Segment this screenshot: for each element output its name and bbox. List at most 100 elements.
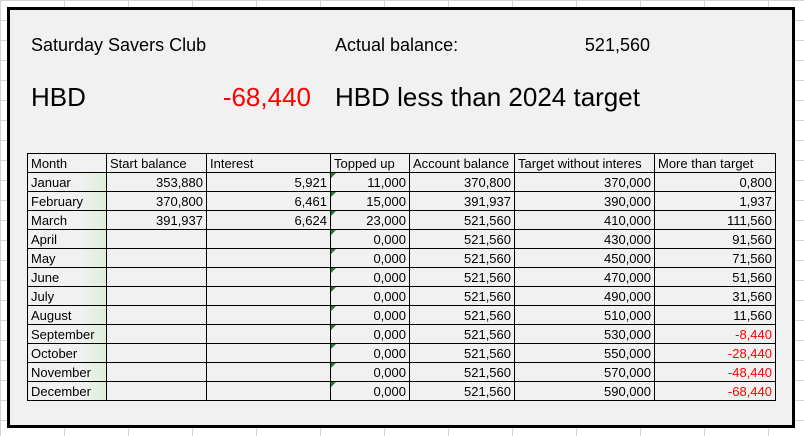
table-cell[interactable]	[106, 267, 207, 287]
table-cell[interactable]: 31,560	[654, 286, 776, 306]
table-cell[interactable]	[206, 267, 331, 287]
table-cell[interactable]: 0,000	[330, 248, 410, 268]
table-cell[interactable]: August	[27, 305, 107, 325]
table-cell[interactable]	[106, 324, 207, 344]
table-cell[interactable]: 0,000	[330, 381, 410, 401]
table-cell[interactable]: 0,000	[330, 343, 410, 363]
table-cell[interactable]	[106, 343, 207, 363]
table-cell[interactable]: February	[27, 191, 107, 211]
table-cell[interactable]: 450,000	[514, 248, 655, 268]
table-cell[interactable]	[106, 381, 207, 401]
table-cell[interactable]: September	[27, 324, 107, 344]
table-row: September 0,000 521,560 530,000 -8,440	[27, 324, 776, 344]
table-cell[interactable]: June	[27, 267, 107, 287]
table-cell[interactable]: 521,560	[409, 305, 515, 325]
table-cell[interactable]: -68,440	[654, 381, 776, 401]
table-cell[interactable]: 5,921	[206, 172, 331, 192]
table-cell[interactable]: 71,560	[654, 248, 776, 268]
table-cell[interactable]	[106, 248, 207, 268]
table-cell[interactable]: Januar	[27, 172, 107, 192]
table-cell[interactable]	[206, 305, 331, 325]
table-cell[interactable]: 111,560	[654, 210, 776, 230]
table-cell[interactable]: 0,800	[654, 172, 776, 192]
column-header[interactable]: Target without interes	[514, 153, 655, 173]
table-cell[interactable]: 0,000	[330, 286, 410, 306]
table-cell[interactable]: 0,000	[330, 305, 410, 325]
table-cell[interactable]: 410,000	[514, 210, 655, 230]
column-header[interactable]: Topped up	[330, 153, 410, 173]
table-cell[interactable]	[206, 229, 331, 249]
table-cell[interactable]: -28,440	[654, 343, 776, 363]
table-row: June 0,000 521,560 470,000 51,560	[27, 267, 776, 287]
table-cell[interactable]: 550,000	[514, 343, 655, 363]
table-cell[interactable]: 370,000	[514, 172, 655, 192]
table-cell[interactable]	[106, 286, 207, 306]
table-cell[interactable]: March	[27, 210, 107, 230]
table-cell[interactable]: 521,560	[409, 324, 515, 344]
table-cell[interactable]: 91,560	[654, 229, 776, 249]
table-cell[interactable]: November	[27, 362, 107, 382]
table-cell[interactable]	[206, 343, 331, 363]
table-cell[interactable]: 23,000	[330, 210, 410, 230]
table-cell[interactable]: April	[27, 229, 107, 249]
column-header[interactable]: Account balance	[409, 153, 515, 173]
table-cell[interactable]	[206, 362, 331, 382]
table-cell[interactable]: 51,560	[654, 267, 776, 287]
table-cell[interactable]: 6,461	[206, 191, 331, 211]
column-header[interactable]: More than target	[654, 153, 776, 173]
table-cell[interactable]: May	[27, 248, 107, 268]
table-cell[interactable]: 530,000	[514, 324, 655, 344]
table-cell[interactable]: 590,000	[514, 381, 655, 401]
table-cell[interactable]: 521,560	[409, 362, 515, 382]
table-cell[interactable]: 521,560	[409, 248, 515, 268]
table-cell[interactable]: 510,000	[514, 305, 655, 325]
table-cell[interactable]: 521,560	[409, 381, 515, 401]
column-header[interactable]: Month	[27, 153, 107, 173]
table-cell[interactable]: 430,000	[514, 229, 655, 249]
table-cell[interactable]: 0,000	[330, 229, 410, 249]
table-header-row: Month Start balance Interest Topped up A…	[27, 153, 776, 173]
table-cell[interactable]: 0,000	[330, 324, 410, 344]
table-cell[interactable]: 390,000	[514, 191, 655, 211]
table-cell[interactable]: 521,560	[409, 229, 515, 249]
table-cell[interactable]: 15,000	[330, 191, 410, 211]
table-row: February 370,800 6,461 15,000 391,937 390,000…	[27, 191, 776, 211]
table-cell[interactable]	[206, 248, 331, 268]
table-cell[interactable]: July	[27, 286, 107, 306]
table-cell[interactable]: 6,624	[206, 210, 331, 230]
table-cell[interactable]	[106, 362, 207, 382]
table-cell[interactable]	[206, 324, 331, 344]
table-cell[interactable]	[206, 381, 331, 401]
table-row: October 0,000 521,560 550,000 -28,440	[27, 343, 776, 363]
table-cell[interactable]: 0,000	[330, 362, 410, 382]
table-cell[interactable]: 370,800	[106, 191, 207, 211]
table-cell[interactable]: 490,000	[514, 286, 655, 306]
table-row: July 0,000 521,560 490,000 31,560	[27, 286, 776, 306]
table-cell[interactable]: 0,000	[330, 267, 410, 287]
table-cell[interactable]: 1,937	[654, 191, 776, 211]
column-header[interactable]: Interest	[206, 153, 331, 173]
table-cell[interactable]	[106, 229, 207, 249]
table-cell[interactable]: 570,000	[514, 362, 655, 382]
table-cell[interactable]: 353,880	[106, 172, 207, 192]
actual-balance-value: 521,560	[584, 35, 650, 55]
table-cell[interactable]: -48,440	[654, 362, 776, 382]
table-cell[interactable]	[106, 305, 207, 325]
table-cell[interactable]: 391,937	[409, 191, 515, 211]
table-cell[interactable]: 11,560	[654, 305, 776, 325]
table-row: Januar 353,880 5,921 11,000 370,800 370,000 0,…	[27, 172, 776, 192]
table-cell[interactable]	[206, 286, 331, 306]
column-header[interactable]: Start balance	[106, 153, 207, 173]
hbd-label: HBD	[31, 82, 86, 112]
table-cell[interactable]: 521,560	[409, 286, 515, 306]
table-cell[interactable]: 470,000	[514, 267, 655, 287]
table-cell[interactable]: 391,937	[106, 210, 207, 230]
table-cell[interactable]: 521,560	[409, 210, 515, 230]
table-cell[interactable]: 370,800	[409, 172, 515, 192]
table-cell[interactable]: December	[27, 381, 107, 401]
table-cell[interactable]: October	[27, 343, 107, 363]
table-cell[interactable]: -8,440	[654, 324, 776, 344]
table-cell[interactable]: 11,000	[330, 172, 410, 192]
table-cell[interactable]: 521,560	[409, 343, 515, 363]
table-cell[interactable]: 521,560	[409, 267, 515, 287]
